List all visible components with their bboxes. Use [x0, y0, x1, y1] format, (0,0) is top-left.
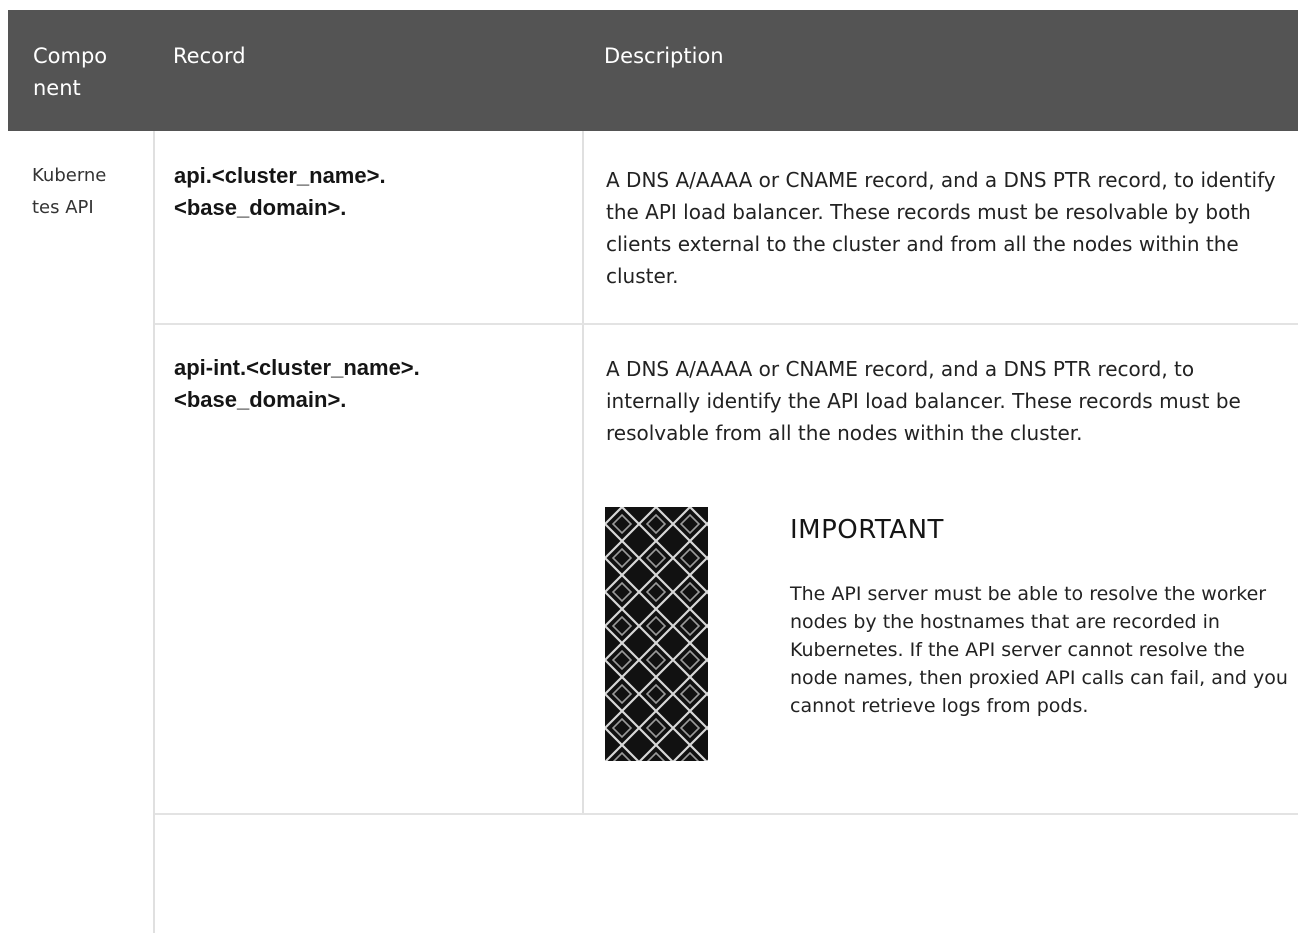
header-description: Description — [604, 44, 724, 68]
admonition-title: IMPORTANT — [790, 515, 944, 545]
table-header-row: Compo nent Record Description — [8, 10, 1298, 131]
row-divider-1 — [155, 323, 1298, 325]
description-cell-api: A DNS A/AAAA or CNAME record, and a DNS … — [606, 168, 1276, 288]
component-cell: Kuberne tes API — [32, 165, 107, 218]
header-component: Compo nent — [33, 44, 108, 100]
record-cell-api-int: api-int.<cluster_name>. <base_domain>. — [174, 355, 420, 412]
record-cell-api: api.<cluster_name>. <base_domain>. — [174, 163, 386, 220]
description-cell-api-int: A DNS A/AAAA or CNAME record, and a DNS … — [606, 357, 1241, 445]
important-pattern-icon — [605, 507, 708, 761]
row-divider-2 — [155, 813, 1298, 815]
admonition-body: The API server must be able to resolve t… — [790, 583, 1288, 717]
header-record: Record — [173, 44, 246, 68]
column-divider-record — [582, 131, 584, 814]
